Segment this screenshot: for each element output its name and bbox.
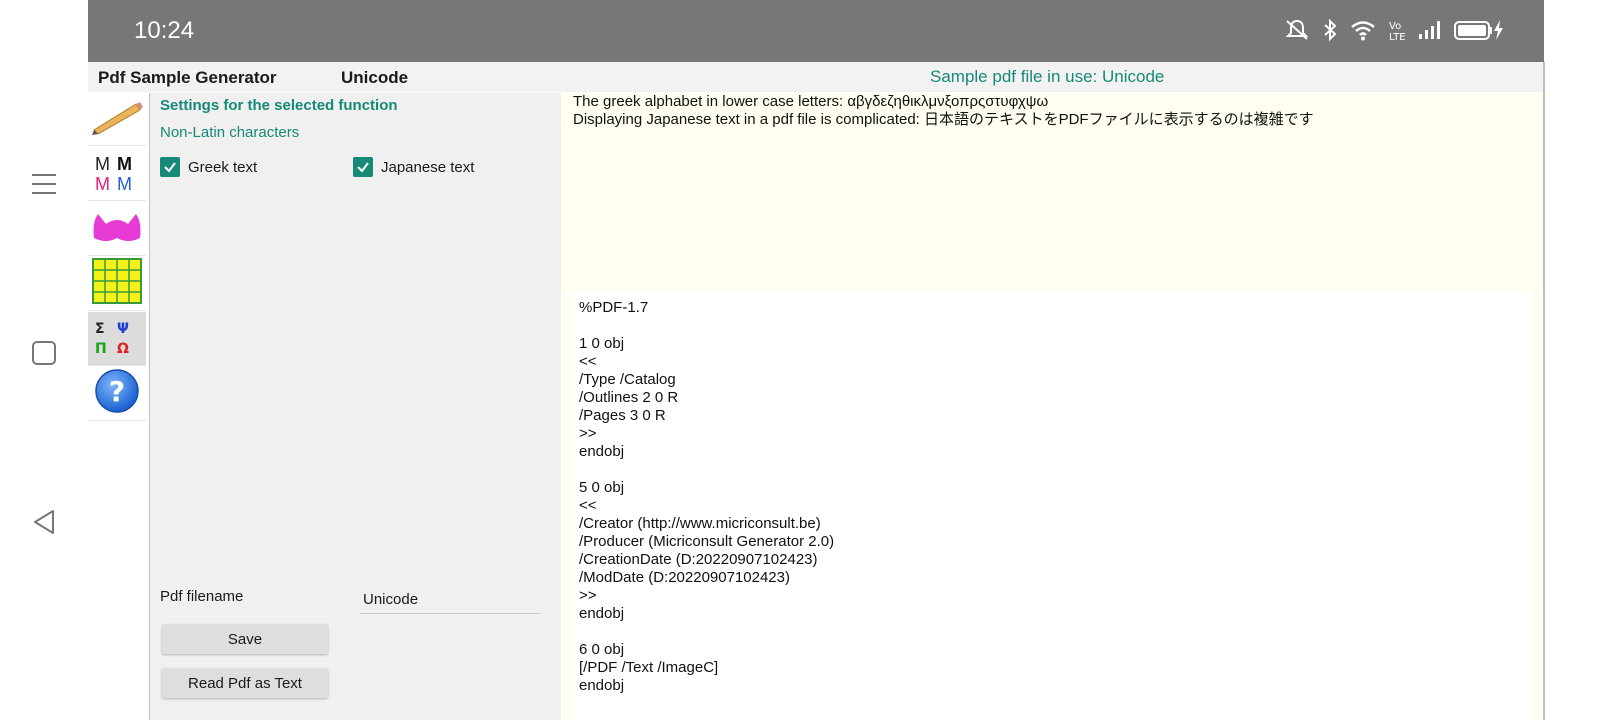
tool-text[interactable] [88,92,146,146]
japanese-text-checkbox[interactable]: Japanese text [353,157,474,177]
japanese-text-label: Japanese text [381,158,475,176]
checkmark-icon [160,157,180,177]
sample-text-preview: The greek alphabet in lower case letters… [573,93,1314,129]
tool-unicode[interactable]: Σ Ψ Π Ω [88,312,146,366]
japanese-text-line: Displaying Japanese text in a pdf file i… [573,111,1314,128]
pdf-source-line: %PDF-1.7 [579,299,649,316]
function-toolbar: M M M M Σ Ψ Π Ω ? [88,92,146,425]
pdf-source-text[interactable]: %PDF-1.7 1 0 obj <</Type /Catalog/Outlines… [573,291,1531,720]
pdf-source-line: endobj [579,677,625,694]
pdf-filename-label: Pdf filename [160,588,244,605]
greek-text-checkbox[interactable]: Greek text [160,157,257,177]
tool-table[interactable] [88,257,146,311]
bluetooth-icon [1322,18,1338,42]
pdf-source-line: /Creator (http://www.micriconsult.be) [579,515,821,532]
tool-help[interactable]: ? [88,367,146,421]
pdf-source-line: 1 0 obj [579,335,625,352]
pdf-source-line: [/PDF /Text /ImageC] [579,659,719,676]
pdf-source-line: << [579,353,597,370]
save-button[interactable]: Save [162,624,328,654]
svg-text:Vo: Vo [1389,21,1401,32]
pdf-source-line: /CreationDate (D:20220907102423) [579,551,818,568]
greek-text-label: Greek text [188,158,258,176]
pdf-source-line: 6 0 obj [579,641,625,658]
battery-charging-icon [1454,18,1504,42]
greek-alphabet-line: The greek alphabet in lower case letters… [573,93,1049,110]
pencil-icon [90,96,144,141]
unicode-symbols-icon: Σ Ψ Π Ω [95,320,129,357]
settings-panel: Settings for the selected function Non-L… [149,93,561,720]
mute-vibrate-icon [1284,18,1310,42]
status-time: 10:24 [134,17,195,44]
help-icon: ? [94,368,140,419]
checkmark-icon [353,157,373,177]
pdf-source-line: /Producer (Micriconsult Generator 2.0) [579,533,835,550]
pdf-source-line: endobj [579,443,625,460]
pdf-source-line: 5 0 obj [579,479,625,496]
wifi-icon [1350,19,1376,41]
pdf-source-line: /Outlines 2 0 R [579,389,679,406]
app-title: Pdf Sample Generator [98,68,277,87]
settings-title: Settings for the selected function [160,97,398,114]
pdf-source-line: >> [579,587,597,604]
pdf-source-line [573,623,1531,641]
function-title: Unicode [341,68,409,87]
settings-subtitle: Non-Latin characters [160,124,300,141]
panel-border [1543,62,1545,720]
pdf-source-area[interactable]: %PDF-1.7 1 0 obj <</Type /Catalog/Outlines… [561,291,1544,720]
back-icon[interactable] [28,508,60,536]
sample-in-use-label: Sample pdf file in use: Unicode [930,67,1165,86]
content-area: The greek alphabet in lower case letters… [561,93,1544,720]
menu-icon[interactable] [28,170,60,198]
pdf-source-line: /ModDate (D:20220907102423) [579,569,790,586]
read-pdf-as-text-button[interactable]: Read Pdf as Text [162,668,328,698]
pdf-source-line: /Pages 3 0 R [579,407,666,424]
svg-text:?: ? [109,375,125,408]
tool-shapes[interactable] [88,202,146,256]
pdf-source-line: endobj [579,605,625,622]
home-icon[interactable] [28,340,60,366]
svg-text:LTE: LTE [1389,32,1406,42]
tool-fonts[interactable]: M M M M [88,147,146,201]
system-navigation-bar [0,0,88,720]
pdf-source-line [573,317,1531,335]
status-icons: Vo LTE [1284,18,1504,42]
volte-icon: Vo LTE [1388,18,1406,42]
pdf-source-line: << [579,497,597,514]
shapes-icon [90,208,144,249]
font-styles-icon: M M M M [95,153,132,194]
signal-icon [1418,19,1442,41]
pdf-filename-input[interactable] [360,586,540,614]
pdf-source-line: >> [579,425,597,442]
pdf-source-line [573,461,1531,479]
app-title-row: Pdf Sample Generator Unicode Sample pdf … [88,62,1544,92]
pdf-source-line: /Type /Catalog [579,371,676,388]
table-icon [92,258,142,309]
status-bar: 10:24 Vo LTE [88,0,1544,62]
